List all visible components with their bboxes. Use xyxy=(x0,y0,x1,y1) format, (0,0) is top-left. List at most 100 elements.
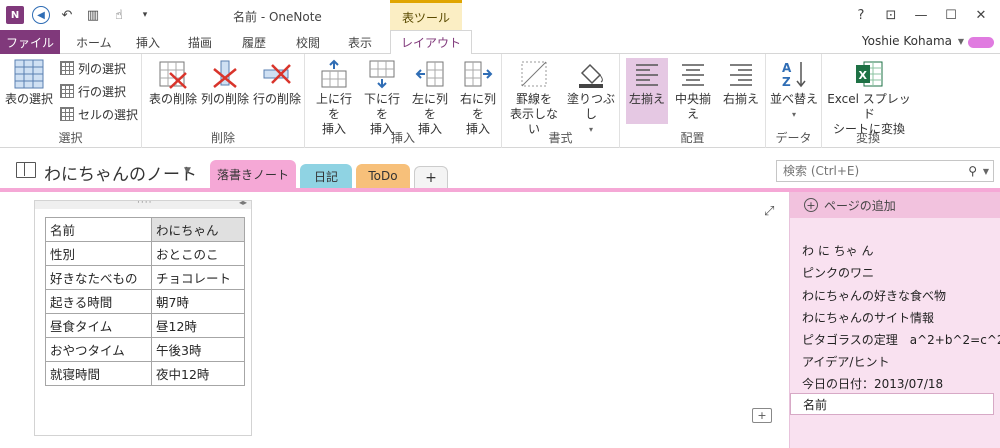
table-row[interactable]: 就寝時間 夜中12時 xyxy=(45,361,245,386)
chevron-down-icon[interactable]: ▾ xyxy=(792,107,796,122)
touch-mode-icon[interactable]: ☝ xyxy=(110,6,128,24)
table-row[interactable]: 名前 わにちゃん xyxy=(45,217,245,242)
delete-columns-button[interactable]: 列の削除 xyxy=(200,58,250,107)
group-label-format: 書式 xyxy=(548,131,573,145)
page-item[interactable]: 今日の日付：2013/07/18 xyxy=(802,375,943,392)
insert-left-button[interactable]: 左に列を 挿入 xyxy=(407,58,453,137)
align-right-button[interactable]: 右揃え xyxy=(720,58,762,107)
new-section-button[interactable]: + xyxy=(414,166,448,188)
table-cell[interactable]: 朝7時 xyxy=(151,289,245,314)
expand-icon[interactable]: ⤢ xyxy=(764,204,774,219)
table-row[interactable]: 起きる時間 朝7時 xyxy=(45,289,245,314)
tab-view[interactable]: 表示 xyxy=(348,30,372,54)
page-item-selected[interactable]: 名前 xyxy=(790,393,994,415)
page-item[interactable]: わにちゃんのサイト情報 xyxy=(802,309,934,326)
tab-home[interactable]: ホーム xyxy=(76,30,112,54)
onenote-window: N ◀ ↶ ▥ ☝ ▾ 名前 - OneNote 表ツール ? ⊡ — ☐ ✕ … xyxy=(0,0,1000,448)
page-item[interactable]: ピンクのワニ xyxy=(802,264,874,281)
table-cell[interactable]: おとこのこ xyxy=(151,241,245,266)
drag-handle-icon[interactable]: ···· xyxy=(137,198,152,208)
chevron-down-icon[interactable]: ▼ xyxy=(184,166,191,176)
close-icon[interactable]: ✕ xyxy=(968,5,994,25)
chevron-down-icon[interactable]: ▼ xyxy=(958,37,964,46)
tab-insert[interactable]: 挿入 xyxy=(136,30,160,54)
table-row[interactable]: 好きなたべもの チョコレート xyxy=(45,265,245,290)
tab-review[interactable]: 校閲 xyxy=(296,30,320,54)
avatar[interactable] xyxy=(968,37,994,48)
group-label-select: 選択 xyxy=(58,131,83,145)
table-row[interactable]: おやつタイム 午後3時 xyxy=(45,337,245,362)
table-cell[interactable]: 夜中12時 xyxy=(151,361,245,386)
table-cell[interactable]: 起きる時間 xyxy=(45,289,152,314)
hide-borders-button[interactable]: 罫線を 表示しない xyxy=(506,58,562,137)
dock-to-desktop-icon[interactable]: ▥ xyxy=(84,6,102,24)
table-row[interactable]: 昼食タイム 昼12時 xyxy=(45,313,245,338)
table-cell[interactable]: 好きなたべもの xyxy=(45,265,152,290)
tab-file[interactable]: ファイル xyxy=(0,30,60,54)
minimize-icon[interactable]: — xyxy=(908,5,934,25)
maximize-icon[interactable]: ☐ xyxy=(938,5,964,25)
table-cell[interactable]: 昼食タイム xyxy=(45,313,152,338)
table-cell[interactable]: わにちゃん xyxy=(151,217,245,242)
table-row[interactable]: 性別 おとこのこ xyxy=(45,241,245,266)
page-canvas[interactable]: ···· ◂▸ 名前 わにちゃん 性別 おとこのこ 好きなたべもの チョコレート… xyxy=(0,192,789,448)
section-tab-todo[interactable]: ToDo xyxy=(356,164,410,188)
user-name[interactable]: Yoshie Kohama xyxy=(862,34,952,48)
insert-column-left-icon xyxy=(414,58,446,90)
column-select-icon xyxy=(60,61,74,75)
chevron-down-icon[interactable]: ▼ xyxy=(983,167,989,176)
search-icon[interactable]: ⚲ xyxy=(968,164,977,178)
window-controls: ? ⊡ — ☐ ✕ xyxy=(848,5,994,25)
group-label-delete: 削除 xyxy=(210,131,235,145)
table-cell[interactable]: 名前 xyxy=(45,217,152,242)
resize-handle-icon[interactable]: ◂▸ xyxy=(239,198,247,207)
section-tab-rakugaki[interactable]: 落書きノート xyxy=(210,160,296,188)
search-input[interactable] xyxy=(777,161,947,181)
table-cell[interactable]: 就寝時間 xyxy=(45,361,152,386)
undo-icon[interactable]: ↶ xyxy=(58,6,76,24)
profile-table[interactable]: 名前 わにちゃん 性別 おとこのこ 好きなたべもの チョコレート 起きる時間 朝… xyxy=(45,217,245,386)
table-cell[interactable]: チョコレート xyxy=(151,265,245,290)
sort-button[interactable]: A Z 並べ替え ▾ xyxy=(770,58,818,122)
select-cell-button[interactable]: セルの選択 xyxy=(60,104,138,124)
delete-table-button[interactable]: 表の削除 xyxy=(148,58,198,107)
page-item[interactable]: わ に ちゃ ん xyxy=(802,242,873,259)
align-right-icon xyxy=(725,58,757,90)
select-columns-button[interactable]: 列の選択 xyxy=(60,58,126,78)
tab-history[interactable]: 履歴 xyxy=(242,30,266,54)
page-item[interactable]: アイデア/ヒント xyxy=(802,353,889,370)
customize-qat-icon[interactable]: ▾ xyxy=(136,6,154,24)
table-cell[interactable]: 昼12時 xyxy=(151,313,245,338)
insert-right-button[interactable]: 右に列を 挿入 xyxy=(455,58,501,137)
sort-az-icon: A Z xyxy=(778,58,810,90)
convert-to-excel-button[interactable]: X Excel スプレッド シートに変換 xyxy=(826,58,912,137)
select-table-button[interactable]: 表の選択 xyxy=(4,58,54,107)
container-handle[interactable]: ···· ◂▸ xyxy=(35,198,251,209)
back-arrow-icon[interactable]: ◀ xyxy=(32,6,50,24)
table-cell[interactable]: おやつタイム xyxy=(45,337,152,362)
align-center-button[interactable]: 中央揃え xyxy=(670,58,716,122)
tab-draw[interactable]: 描画 xyxy=(188,30,212,54)
group-label-insert: 挿入 xyxy=(390,131,415,145)
delete-column-icon xyxy=(209,58,241,90)
full-page-view-icon[interactable]: ⊡ xyxy=(878,5,904,25)
delete-rows-button[interactable]: 行の削除 xyxy=(252,58,302,107)
tab-layout[interactable]: レイアウト xyxy=(390,30,473,55)
insert-page-icon[interactable]: + xyxy=(752,408,772,423)
notebook-icon[interactable] xyxy=(16,162,36,178)
shading-button[interactable]: 塗りつぶし ▾ xyxy=(564,58,618,137)
note-container[interactable]: ···· ◂▸ 名前 わにちゃん 性別 おとこのこ 好きなたべもの チョコレート… xyxy=(34,198,252,436)
help-icon[interactable]: ? xyxy=(848,5,874,25)
page-item[interactable]: ピタゴラスの定理 a^2+b^2=c^2 xyxy=(802,331,1000,348)
align-left-button[interactable]: 左揃え xyxy=(626,58,668,124)
search-box[interactable]: ⚲ ▼ xyxy=(776,160,994,182)
add-page-button[interactable]: + ページの追加 xyxy=(790,192,1000,218)
notebook-title[interactable]: わにちゃんのノート xyxy=(44,160,197,185)
section-tab-nikki[interactable]: 日記 xyxy=(300,164,352,188)
insert-below-button[interactable]: 下に行を 挿入 xyxy=(359,58,405,137)
table-cell[interactable]: 午後3時 xyxy=(151,337,245,362)
table-cell[interactable]: 性別 xyxy=(45,241,152,266)
page-item[interactable]: わにちゃんの好きな食べ物 xyxy=(802,287,946,304)
insert-above-button[interactable]: 上に行を 挿入 xyxy=(311,58,357,137)
select-rows-button[interactable]: 行の選択 xyxy=(60,81,126,101)
